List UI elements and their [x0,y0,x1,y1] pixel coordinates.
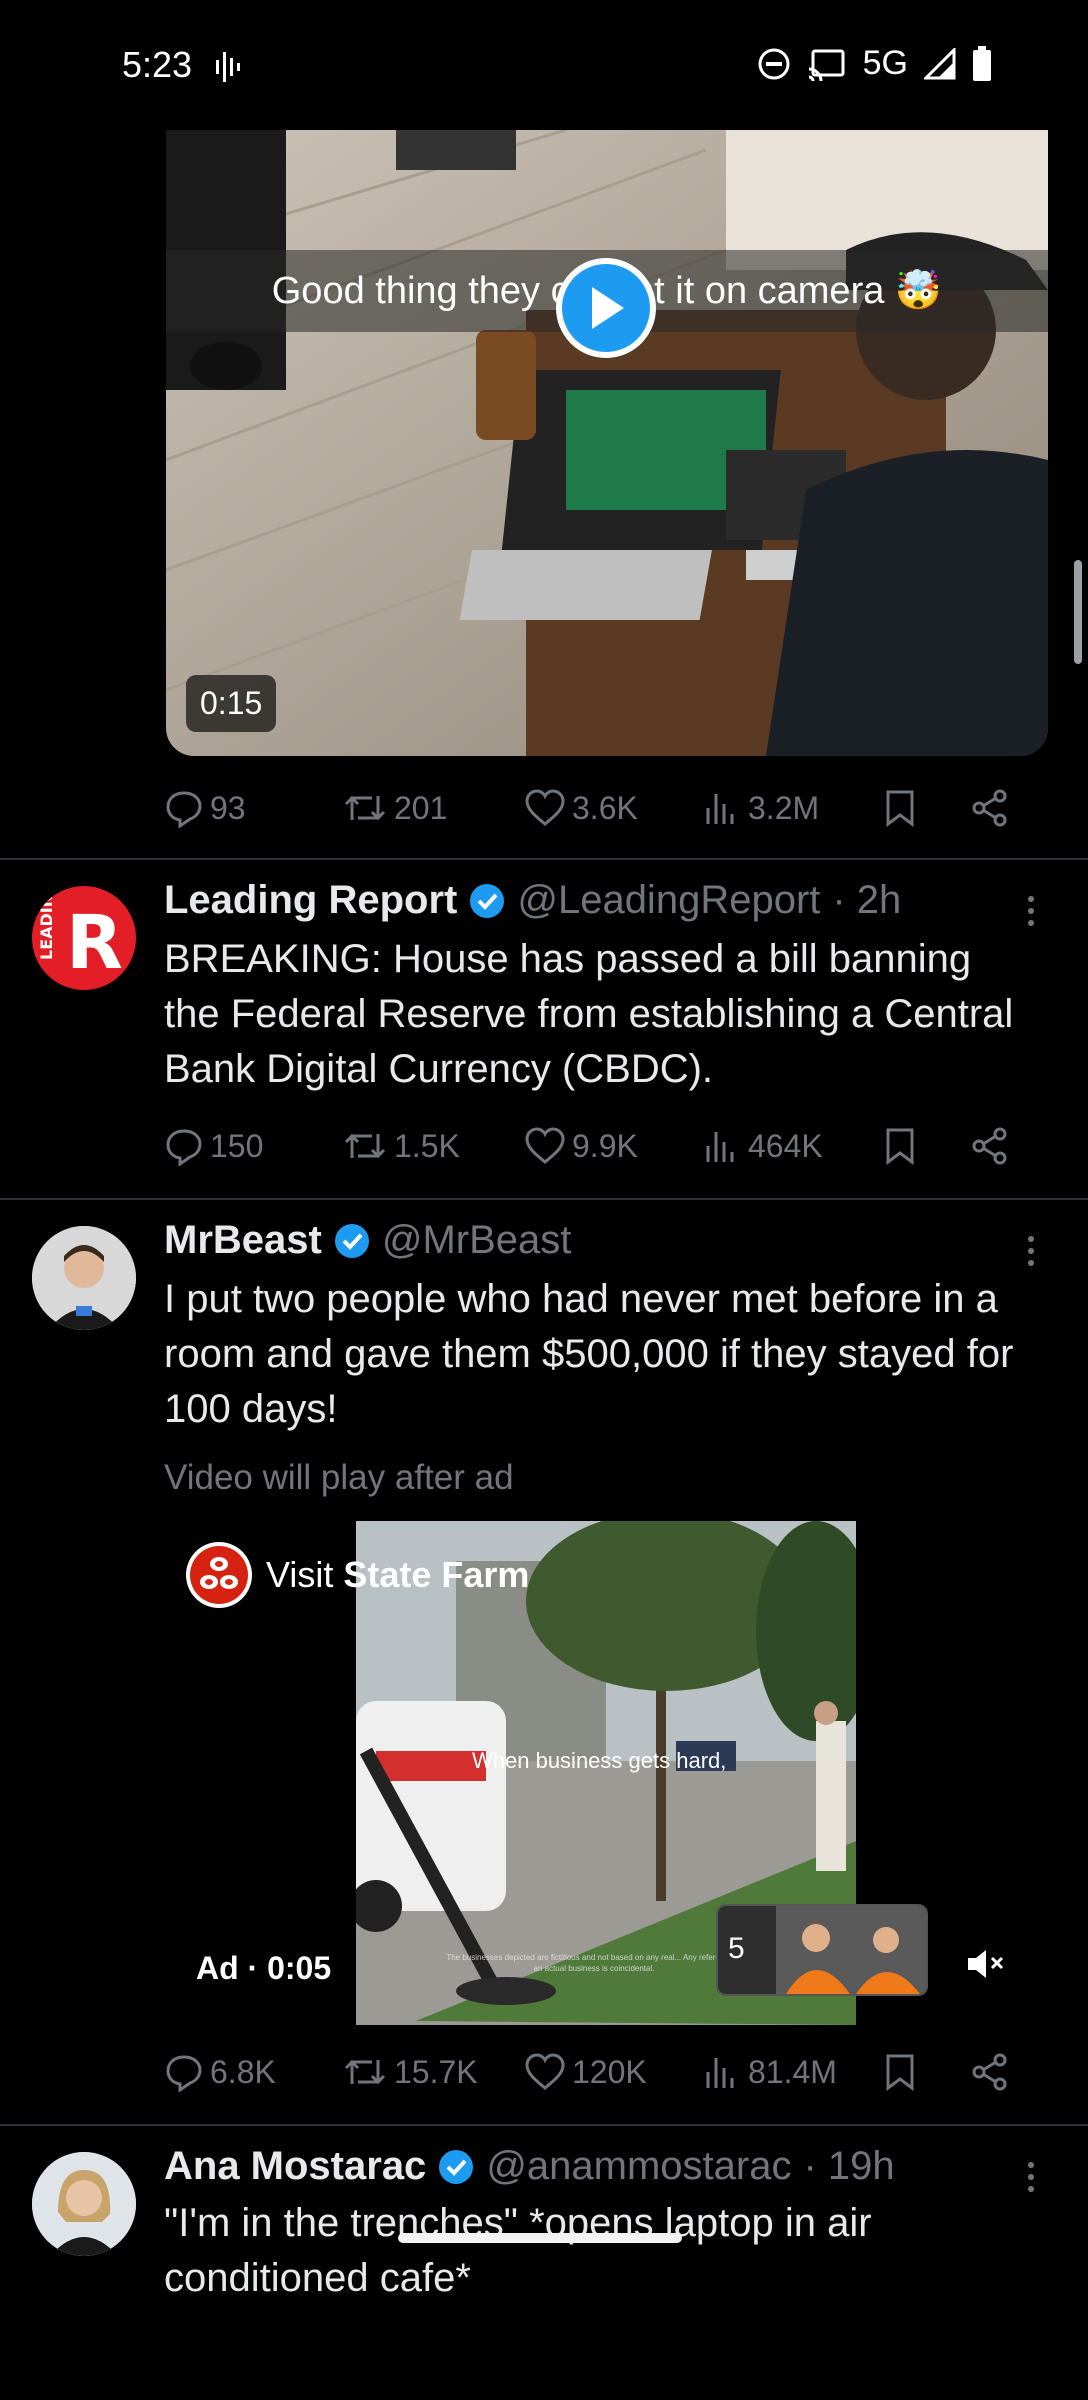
bookmark-icon [886,1128,914,1165]
like-button[interactable]: 120K [524,2052,702,2092]
reply-icon [166,791,202,828]
post-time: · 2h [832,878,902,922]
signal-icon [924,47,956,79]
tweet3-actions: 6.8K 15.7K 120K 81.4M [164,2042,1028,2102]
tweet-header: MrBeast @MrBeast [164,1218,571,1263]
handle[interactable]: @MrBeast [382,1218,572,1263]
bookmark-icon [886,2054,914,2091]
reply-button[interactable]: 93 [164,788,342,828]
divider [0,1198,1088,1200]
more-options-icon[interactable] [1028,2156,1038,2198]
svg-text:LEADING: LEADING [37,886,56,960]
post-time: · 19h [803,2144,895,2188]
display-name[interactable]: MrBeast [164,1218,322,1263]
reply-button[interactable]: 6.8K [164,2052,342,2092]
more-options-icon[interactable] [1028,1230,1038,1272]
avatar-photo [32,1226,136,1330]
like-button[interactable]: 3.6K [524,788,702,828]
leading-report-logo: LEADING R [37,886,123,986]
heart-icon [525,789,565,826]
views-icon [706,1132,734,1162]
views-button[interactable]: 3.2M [702,788,882,828]
verified-badge-icon [334,1223,369,1258]
audio-wave-icon [216,52,240,82]
bookmark-icon [886,790,914,827]
heart-icon [525,1127,565,1164]
divider [0,858,1088,860]
reply-button[interactable]: 150 [164,1126,342,1166]
share-button[interactable] [970,1126,1010,1166]
ad-cta-prefix: Visit [266,1554,344,1595]
retweet-icon [344,795,386,821]
share-button[interactable] [970,2052,1010,2092]
skip-preview[interactable]: 5 [716,1904,928,1996]
avatar[interactable] [32,2152,136,2256]
retweet-icon [344,1133,386,1159]
play-icon [592,287,624,329]
visit-state-farm-button[interactable]: Visit State Farm [184,1540,529,1610]
ad-timer: Ad · 0:05 [196,1950,332,1986]
video-duration: 0:15 [186,675,277,732]
battery-icon [973,45,991,81]
bookmark-button[interactable] [882,2052,970,2092]
verified-badge-icon [470,883,505,918]
handle[interactable]: @LeadingReport [517,878,820,923]
mute-icon[interactable] [964,1944,1004,1984]
tweet-text: BREAKING: House has passed a bill bannin… [164,937,1025,1091]
ad-notice: Video will play after ad [164,1458,514,1497]
like-button[interactable]: 9.9K [524,1126,702,1166]
share-button[interactable] [970,788,1010,828]
tweet-text: "I'm in the trenches" *opens laptop in a… [164,2201,883,2300]
bookmark-button[interactable] [882,1126,970,1166]
tweet2-actions: 150 1.5K 9.9K 464K [164,1116,1028,1176]
video-thumbnail [166,130,1048,756]
handle[interactable]: @anammostarac [486,2144,791,2189]
ad-cta-brand: State Farm [343,1554,530,1595]
status-bar: 5:23 5G [0,0,1088,130]
views-icon [706,2058,734,2088]
avatar-photo [32,2152,136,2256]
skip-countdown: 5 [728,1932,745,1965]
reply-icon [166,1129,202,1166]
bookmark-button[interactable] [882,788,970,828]
share-icon [972,789,1007,827]
views-button[interactable]: 81.4M [702,2052,882,2092]
svg-text:R: R [66,900,123,986]
more-options-icon[interactable] [1028,890,1038,932]
cast-icon [808,49,845,81]
views-button[interactable]: 464K [702,1126,882,1166]
share-icon [972,2053,1007,2091]
display-name[interactable]: Leading Report [164,878,457,923]
status-time: 5:23 [122,44,193,85]
retweet-button[interactable]: 15.7K [342,2052,524,2092]
play-button[interactable] [556,258,656,358]
tweet1-actions: 93 201 3.6K 3.2M [164,778,1028,838]
retweet-button[interactable]: 201 [342,788,524,828]
heart-icon [525,2053,565,2090]
tweet-header: Leading Report @LeadingReport · 2h [164,878,901,923]
tweet-text: I put two people who had never met befor… [164,1277,1025,1431]
reply-icon [166,2055,202,2092]
state-farm-logo-icon [186,1542,252,1608]
tweet1-video[interactable]: Good thing they caught it on camera 🤯 0:… [166,130,1048,756]
display-name[interactable]: Ana Mostarac [164,2144,426,2189]
network-type: 5G [862,44,908,82]
scrollbar[interactable] [1074,560,1082,664]
avatar[interactable]: LEADING R [32,886,136,990]
retweet-button[interactable]: 1.5K [342,1126,524,1166]
home-gesture-bar[interactable] [398,2233,682,2243]
retweet-icon [344,2059,386,2085]
views-icon [706,794,734,824]
do-not-disturb-icon [758,48,790,79]
verified-badge-icon [439,2149,474,2184]
ad-caption: When business gets hard, [472,1748,727,1773]
ad-video[interactable]: When business gets hard, The businesses … [164,1514,1028,2025]
divider [0,2124,1088,2126]
ad-fineprint: The businesses depicted are fictitious a… [446,1953,742,1973]
share-icon [972,1127,1007,1165]
avatar[interactable] [32,1226,136,1330]
tweet-header: Ana Mostarac @anammostarac · 19h [164,2144,895,2189]
next-video-thumbnail [776,1906,926,1994]
